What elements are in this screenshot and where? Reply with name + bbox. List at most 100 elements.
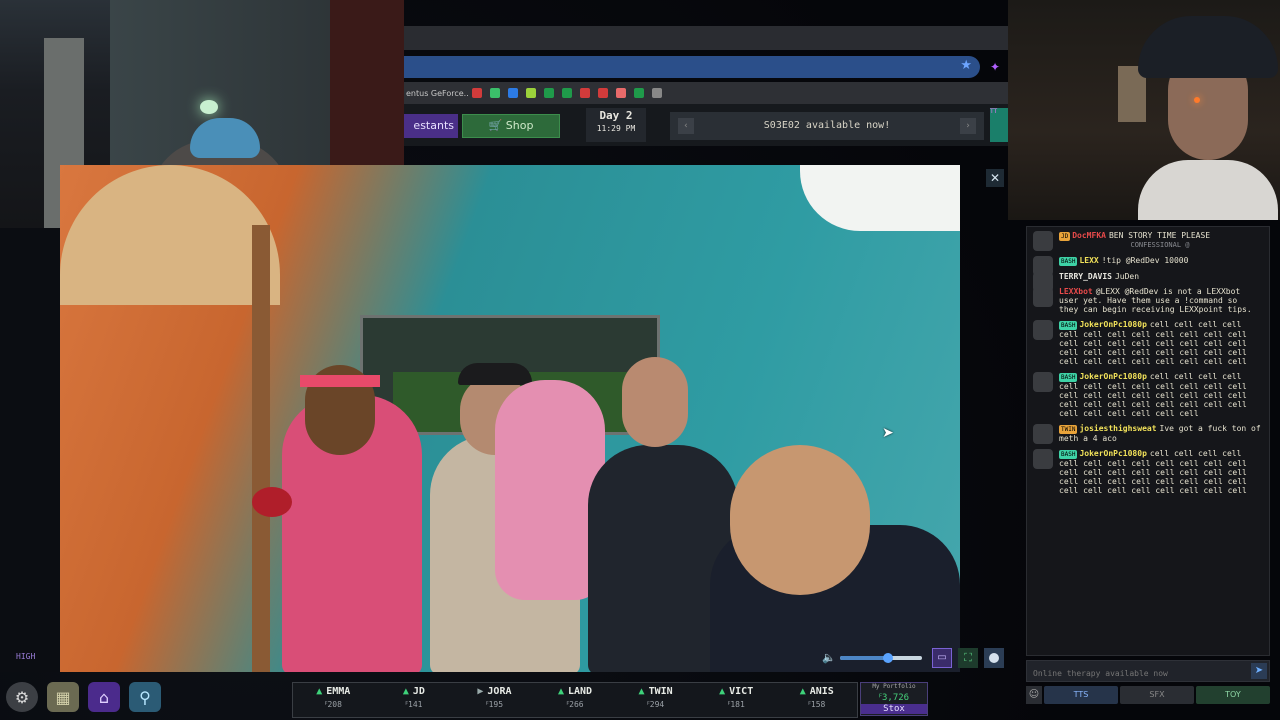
stock-price: ꟳ181 [727, 700, 745, 709]
chat-username[interactable]: JokerOnPc1080p [1079, 320, 1146, 329]
gear-icon[interactable]: ⚙ [6, 682, 38, 712]
volume-icon[interactable]: 🔈 [822, 651, 836, 664]
day-label: Day 2 [599, 109, 633, 122]
bookmark-icon[interactable] [562, 88, 572, 98]
video-person-head [622, 357, 688, 447]
quality-label[interactable]: HIGH [16, 652, 35, 661]
stock-symbol: JD [412, 686, 425, 697]
house-icon[interactable]: ⌂ [88, 682, 120, 712]
chat-message: JD DocMFKA BEN STORY TIME PLEASE CONFESSION… [1027, 227, 1269, 252]
user-badge: JD [1059, 232, 1071, 241]
volume-slider[interactable] [840, 653, 922, 663]
stox-button[interactable]: Stox [861, 704, 927, 714]
stock-price: ꟳ158 [808, 700, 826, 709]
theater-mode-icon[interactable]: ▭ [932, 648, 952, 668]
chat-username[interactable]: DocMFKA [1072, 231, 1106, 240]
stock-item[interactable]: ▲ TWIN ꟳ294 [615, 683, 696, 717]
chat-message: LEXXbot @LEXX @RedDev is not a LEXXbot us… [1027, 283, 1269, 316]
portfolio-box[interactable]: My Portfolio ꟳ3,726 Stox [860, 682, 928, 716]
user-badge: TWIN [1059, 425, 1078, 434]
stock-name: ▲ TWIN [615, 686, 696, 697]
extension-icon[interactable]: ✦ [990, 60, 1004, 74]
chat-username[interactable]: josiesthighsweat [1079, 424, 1156, 433]
cam-hat [1138, 16, 1278, 78]
main-video[interactable] [60, 165, 960, 672]
side-mini-label: TT [990, 108, 998, 115]
address-bar[interactable]: ★ [404, 56, 980, 78]
chat-username[interactable]: TERRY_DAVIS [1059, 272, 1112, 281]
bookmark-icon[interactable] [652, 88, 662, 98]
avatar[interactable] [1033, 320, 1053, 340]
compass-icon[interactable]: ⚲ [129, 682, 161, 712]
chat-tabs: ☺ TTS SFX TOY [1026, 686, 1270, 706]
chat-username[interactable]: JokerOnPc1080p [1079, 449, 1146, 458]
ticker-text[interactable]: S03E02 available now! [764, 120, 890, 131]
chat-message: BASH JokerOnPc1080p cell cell cell cell ce… [1027, 316, 1269, 368]
up-arrow-icon: ▲ [316, 686, 323, 697]
side-mini-panel[interactable]: TT [990, 108, 1008, 142]
video-person-head [730, 445, 870, 595]
cart-icon: 🛒 [488, 119, 506, 132]
bookmark-icon[interactable] [580, 88, 590, 98]
chat-message: TERRY_DAVIS JuDen [1027, 268, 1269, 292]
tab-sfx[interactable]: SFX [1120, 686, 1194, 704]
stock-item[interactable]: ▲ JD ꟳ141 [374, 683, 455, 717]
chat-message: BASH LEXX !tip @RedDev 10000 [1027, 252, 1269, 276]
avatar[interactable] [1033, 424, 1053, 444]
chat-system-note: CONFESSIONAL @ [1130, 241, 1190, 249]
inventory-icon[interactable]: ▦ [47, 682, 79, 712]
ticker-prev-button[interactable]: ‹ [678, 118, 694, 134]
star-icon[interactable]: ★ [960, 58, 972, 73]
volume-knob[interactable] [882, 653, 893, 663]
video-controls: 🔈 ▭ ⛶ [60, 645, 1005, 671]
chat-username[interactable]: JokerOnPc1080p [1079, 372, 1146, 381]
bookmark-label[interactable]: entus GeForce... [404, 89, 468, 98]
portfolio-label: My Portfolio [872, 683, 916, 690]
ticker-next-button[interactable]: › [960, 118, 976, 134]
bookmark-icon[interactable] [544, 88, 554, 98]
chat-username[interactable]: LEXXbot [1059, 287, 1093, 296]
record-icon[interactable] [984, 648, 1004, 668]
user-badge: BASH [1059, 373, 1078, 382]
stock-item[interactable]: ▲ ANIS ꟳ158 [776, 683, 857, 717]
stock-name: ▲ ANIS [776, 686, 857, 697]
contestants-button[interactable]: estants [404, 114, 458, 138]
left-sidebar [0, 228, 60, 672]
bookmark-icon[interactable] [526, 88, 536, 98]
tab-tts[interactable]: TTS [1044, 686, 1118, 704]
chat-text: BEN STORY TIME PLEASE [1108, 231, 1211, 240]
chat-text: JuDen [1114, 272, 1140, 281]
stock-item[interactable]: ▲ LAND ꟳ266 [535, 683, 616, 717]
flat-arrow-icon: ▶ [477, 686, 484, 697]
stock-item[interactable]: ▲ EMMA ꟳ208 [293, 683, 374, 717]
bookmark-icon[interactable] [616, 88, 626, 98]
volume-fill [840, 656, 888, 660]
up-arrow-icon: ▲ [402, 686, 409, 697]
bookmark-icon[interactable] [634, 88, 644, 98]
avatar[interactable] [1033, 449, 1053, 469]
chat-username[interactable]: LEXX [1079, 256, 1098, 265]
video-roses [252, 487, 292, 517]
bookmark-icon[interactable] [490, 88, 500, 98]
stock-ticker-bar: ▲ EMMA ꟳ208 ▲ JD ꟳ141 ▶ JORA ꟳ195 ▲ LAND ꟳ266 ▲ TWIN ꟳ… [292, 682, 858, 718]
chat-input[interactable] [1027, 663, 1243, 684]
stock-price: ꟳ195 [485, 700, 504, 709]
stock-item[interactable]: ▶ JORA ꟳ195 [454, 683, 535, 717]
shop-label: Shop [505, 119, 534, 132]
avatar[interactable] [1033, 231, 1053, 251]
site-header: estants 🛒 Shop Day 2 11:29 PM ‹ S03E02 a… [404, 104, 1008, 146]
close-icon[interactable]: ✕ [986, 169, 1004, 187]
bookmark-icon[interactable] [472, 88, 482, 98]
shop-button[interactable]: 🛒 Shop [462, 114, 560, 138]
up-arrow-icon: ▲ [557, 686, 564, 697]
stock-symbol: EMMA [326, 686, 351, 697]
avatar[interactable] [1033, 372, 1053, 392]
bookmark-icon[interactable] [508, 88, 518, 98]
fullscreen-icon[interactable]: ⛶ [958, 648, 978, 668]
send-icon[interactable]: ➤ [1251, 663, 1267, 679]
stock-item[interactable]: ▲ VICT ꟳ181 [696, 683, 777, 717]
bookmark-icon[interactable] [598, 88, 608, 98]
avatar[interactable] [1033, 287, 1053, 307]
tab-toy[interactable]: TOY [1196, 686, 1270, 704]
emoji-icon[interactable]: ☺ [1026, 686, 1042, 704]
